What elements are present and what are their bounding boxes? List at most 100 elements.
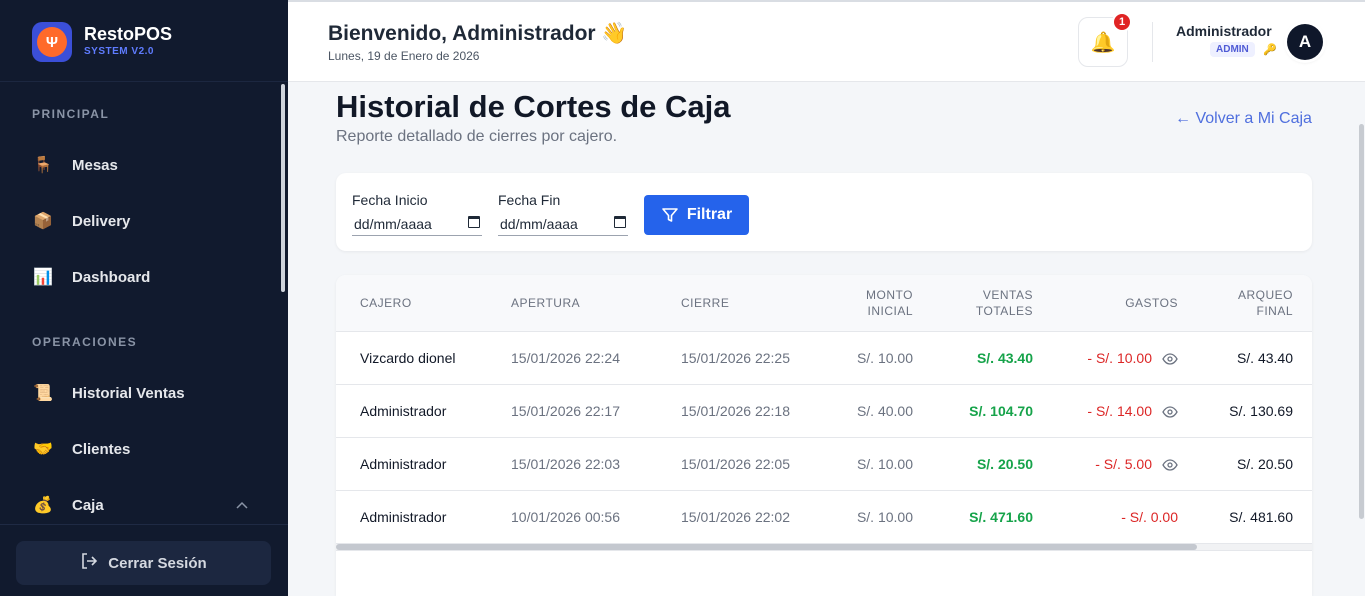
cell-gastos: - S/. 0.00 xyxy=(1121,509,1178,525)
sidebar-item-historial-ventas[interactable]: 📜 Historial Ventas xyxy=(32,378,262,408)
table-row: Administrador 10/01/2026 00:56 15/01/202… xyxy=(336,491,1312,544)
cell-cierre: 15/01/2026 22:02 xyxy=(681,509,790,525)
sidebar-item-label: Caja xyxy=(72,496,104,514)
current-date: Lunes, 19 de Enero de 2026 xyxy=(328,49,480,63)
filter-button[interactable]: Filtrar xyxy=(644,195,749,235)
th-arqueo-final: ARQUEO FINAL xyxy=(1206,287,1293,319)
th-monto-inicial: MONTO INICIAL xyxy=(836,287,913,319)
cell-cajero: Administrador xyxy=(360,403,447,419)
end-date-label: Fecha Fin xyxy=(498,192,561,208)
fork-knife-icon: Ψ xyxy=(37,27,67,57)
brand-name: RestoPOS xyxy=(84,24,173,44)
page-subtitle: Reporte detallado de cierres por cajero. xyxy=(336,128,618,145)
money-bag-icon: 💰 xyxy=(33,497,53,514)
end-date-input[interactable]: dd/mm/aaaa xyxy=(498,212,628,236)
cell-monto-inicial: S/. 10.00 xyxy=(856,509,913,525)
calendar-icon[interactable] xyxy=(614,216,626,228)
table-bottom-divider xyxy=(336,550,1312,551)
cell-cierre: 15/01/2026 22:05 xyxy=(681,456,790,472)
user-name: Administrador xyxy=(1176,23,1272,39)
header-divider xyxy=(1152,22,1153,62)
chevron-up-icon[interactable] xyxy=(236,498,248,512)
th-ventas-line2: TOTALES xyxy=(975,304,1033,318)
table-row: Administrador 15/01/2026 22:17 15/01/202… xyxy=(336,385,1312,438)
cell-apertura: 15/01/2026 22:03 xyxy=(511,456,620,472)
th-cajero: CAJERO xyxy=(360,296,412,310)
back-to-caja-link[interactable]: ← Volver a Mi Caja xyxy=(1175,110,1312,128)
sidebar-item-mesas[interactable]: 🪑 Mesas xyxy=(32,150,262,180)
cell-cajero: Vizcardo dionel xyxy=(360,350,456,366)
cell-cajero: Administrador xyxy=(360,456,447,472)
th-ventas-totales: VENTAS TOTALES xyxy=(936,287,1033,319)
start-date-placeholder: dd/mm/aaaa xyxy=(354,215,432,232)
brand-logo[interactable]: Ψ xyxy=(32,22,72,62)
sidebar-item-clientes[interactable]: 🤝 Clientes xyxy=(32,434,262,464)
main-scrollbar[interactable] xyxy=(1359,124,1364,519)
logout-button[interactable]: Cerrar Sesión xyxy=(16,541,271,585)
user-role-badge: ADMIN xyxy=(1210,42,1255,57)
brand: Ψ RestoPOS SYSTEM V2.0 xyxy=(0,0,288,82)
calendar-icon[interactable] xyxy=(468,216,480,228)
table-row: Vizcardo dionel 15/01/2026 22:24 15/01/2… xyxy=(336,332,1312,385)
cell-cierre: 15/01/2026 22:25 xyxy=(681,350,790,366)
th-ventas-line1: VENTAS xyxy=(982,288,1033,302)
handshake-icon: 🤝 xyxy=(33,441,53,458)
start-date-input[interactable]: dd/mm/aaaa xyxy=(352,212,482,236)
th-gastos: GASTOS xyxy=(1125,296,1178,310)
start-date-label: Fecha Inicio xyxy=(352,192,428,208)
bell-icon: 🔔 xyxy=(1090,31,1116,54)
cell-ventas-totales: S/. 104.70 xyxy=(969,403,1033,419)
welcome-title: Bienvenido, Administrador 👋 xyxy=(328,22,628,45)
eye-icon[interactable] xyxy=(1162,405,1178,419)
avatar[interactable]: A xyxy=(1287,24,1323,60)
sidebar-item-label: Dashboard xyxy=(72,268,151,286)
sidebar-item-caja[interactable]: 💰 Caja xyxy=(32,490,262,520)
cell-apertura: 15/01/2026 22:24 xyxy=(511,350,620,366)
notification-badge: 1 xyxy=(1112,12,1132,32)
sidebar-item-dashboard[interactable]: 📊 Dashboard xyxy=(32,262,262,292)
cell-cajero: Administrador xyxy=(360,509,447,525)
cell-ventas-totales: S/. 20.50 xyxy=(976,456,1033,472)
cell-cierre: 15/01/2026 22:18 xyxy=(681,403,790,419)
cortes-table: CAJERO APERTURA CIERRE MONTO INICIAL VEN… xyxy=(336,275,1312,596)
package-icon: 📦 xyxy=(33,213,53,230)
header: Bienvenido, Administrador 👋 Lunes, 19 de… xyxy=(288,2,1365,82)
cell-arqueo-final: S/. 20.50 xyxy=(1236,456,1293,472)
section-title-principal: PRINCIPAL xyxy=(32,107,110,121)
logout-label: Cerrar Sesión xyxy=(108,554,207,572)
cell-monto-inicial: S/. 10.00 xyxy=(856,350,913,366)
cell-ventas-totales: S/. 43.40 xyxy=(976,350,1033,366)
scroll-icon: 📜 xyxy=(33,385,53,402)
table-row: Administrador 15/01/2026 22:03 15/01/202… xyxy=(336,438,1312,491)
key-icon: 🔑 xyxy=(1263,44,1277,56)
th-arqueo-line2: FINAL xyxy=(1256,304,1293,318)
page-title: Historial de Cortes de Caja xyxy=(336,89,731,124)
cell-arqueo-final: S/. 481.60 xyxy=(1229,509,1293,525)
cell-apertura: 15/01/2026 22:17 xyxy=(511,403,620,419)
end-date-placeholder: dd/mm/aaaa xyxy=(500,215,578,232)
bar-chart-icon: 📊 xyxy=(33,269,53,286)
brand-subtitle: SYSTEM V2.0 xyxy=(84,46,154,57)
eye-icon[interactable] xyxy=(1162,352,1178,366)
th-arqueo-line1: ARQUEO xyxy=(1237,288,1293,302)
cell-gastos: - S/. 10.00 xyxy=(1087,350,1152,366)
sidebar-item-delivery[interactable]: 📦 Delivery xyxy=(32,206,262,236)
filter-button-label: Filtrar xyxy=(686,206,733,223)
section-title-operaciones: OPERACIONES xyxy=(32,335,138,349)
cell-gastos: - S/. 14.00 xyxy=(1087,403,1152,419)
sidebar-scrollbar[interactable] xyxy=(281,84,285,292)
th-monto-line1: MONTO xyxy=(866,288,913,302)
eye-icon[interactable] xyxy=(1162,458,1178,472)
chair-icon: 🪑 xyxy=(33,157,53,174)
cell-ventas-totales: S/. 471.60 xyxy=(969,509,1033,525)
cell-gastos: - S/. 5.00 xyxy=(1095,456,1152,472)
sidebar-item-label: Mesas xyxy=(72,156,118,174)
sidebar-item-label: Historial Ventas xyxy=(72,384,185,402)
table-header: CAJERO APERTURA CIERRE MONTO INICIAL VEN… xyxy=(336,275,1312,332)
logout-icon xyxy=(80,552,98,575)
sidebar-divider xyxy=(0,524,288,525)
cell-monto-inicial: S/. 10.00 xyxy=(856,456,913,472)
sidebar: Ψ RestoPOS SYSTEM V2.0 PRINCIPAL 🪑 Mesas… xyxy=(0,0,288,596)
cell-arqueo-final: S/. 43.40 xyxy=(1236,350,1293,366)
sidebar-item-label: Delivery xyxy=(72,212,131,230)
